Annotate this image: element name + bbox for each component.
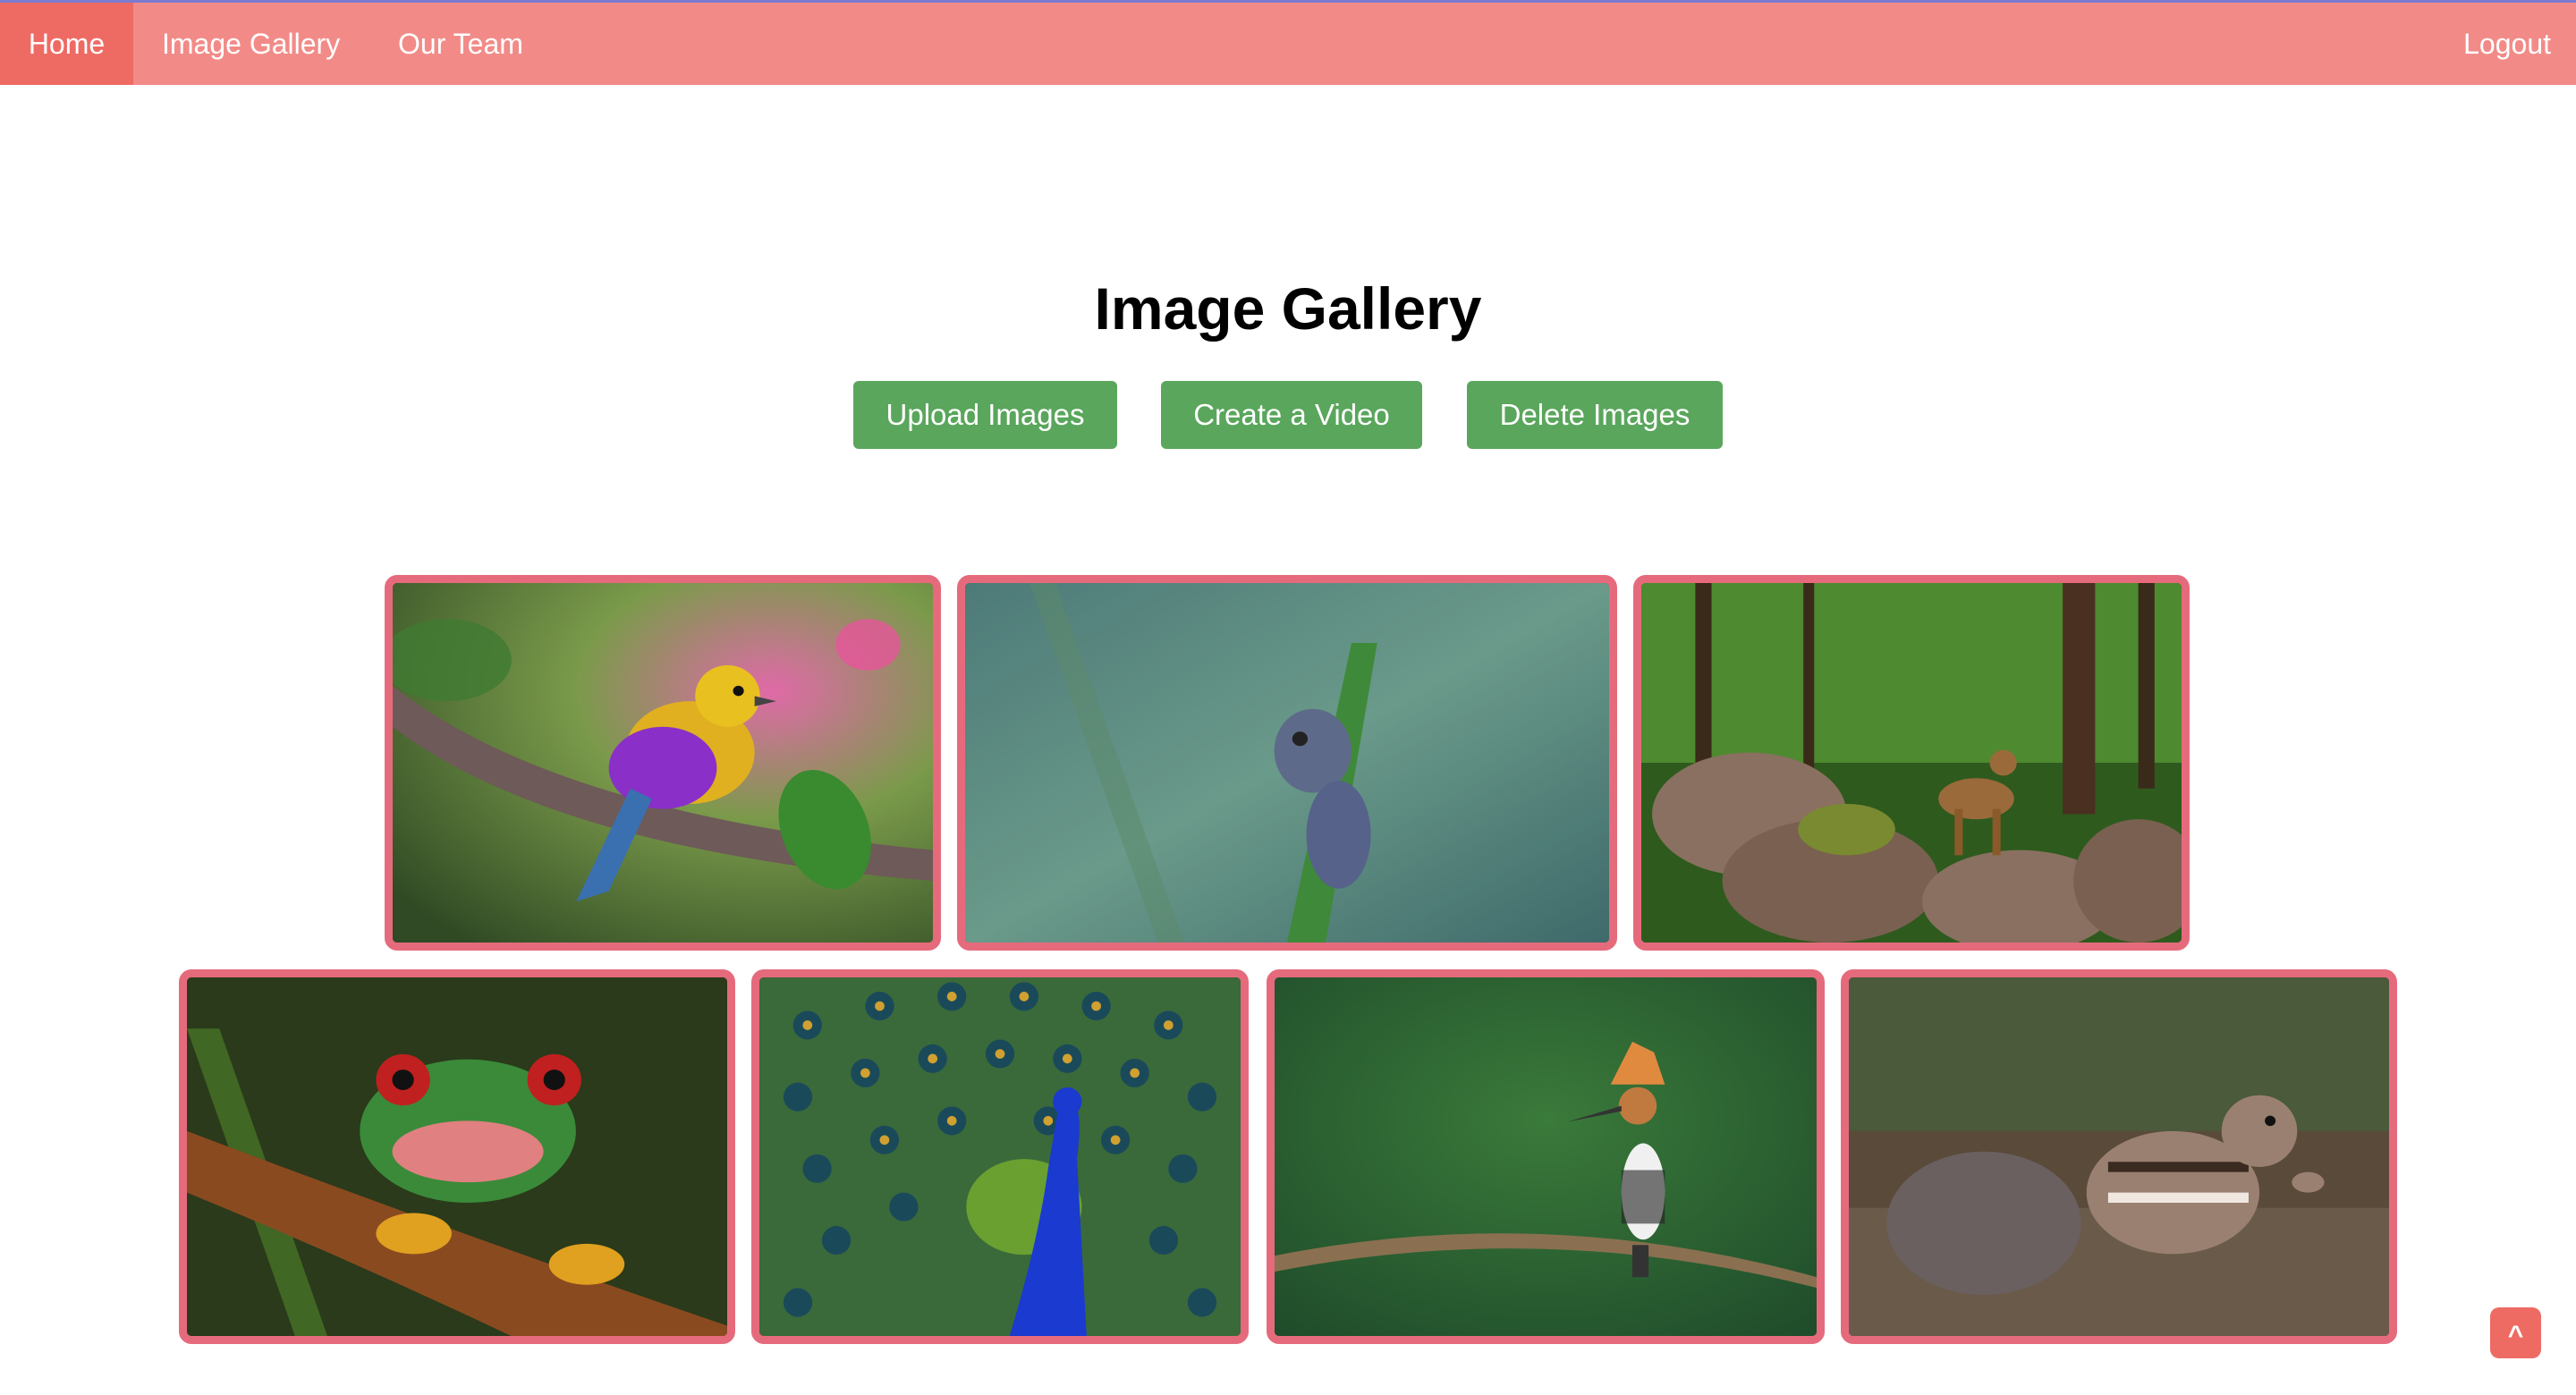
gallery-image-deer[interactable] (1633, 575, 2190, 951)
scroll-to-top-button[interactable]: ^ (2490, 1307, 2541, 1358)
nav-image-gallery-link[interactable]: Image Gallery (133, 3, 369, 85)
gallery-image-chameleon[interactable] (957, 575, 1617, 951)
hoopoe-photo (1275, 977, 1817, 1336)
bird-photo (393, 583, 933, 943)
top-navbar: Home Image Gallery Our Team Logout (0, 0, 2576, 85)
gallery-image-bird[interactable] (385, 575, 941, 951)
deer-photo (1641, 583, 2182, 943)
frog-photo (187, 977, 727, 1336)
gallery-image-frog[interactable] (179, 969, 735, 1344)
gallery-image-hoopoe[interactable] (1267, 969, 1825, 1344)
nav-home-link[interactable]: Home (0, 3, 133, 85)
gallery-image-chipmunk[interactable] (1841, 969, 2397, 1344)
logout-link[interactable]: Logout (2435, 3, 2576, 85)
chipmunk-photo (1849, 977, 2389, 1336)
gallery-image-peacock[interactable] (751, 969, 1249, 1344)
chameleon-photo (965, 583, 1609, 943)
create-video-button[interactable]: Create a Video (1161, 381, 1422, 449)
peacock-photo (759, 977, 1241, 1336)
page-title: Image Gallery (1094, 275, 1482, 342)
upload-images-button[interactable]: Upload Images (853, 381, 1117, 449)
delete-images-button[interactable]: Delete Images (1467, 381, 1723, 449)
nav-our-team-link[interactable]: Our Team (369, 3, 552, 85)
